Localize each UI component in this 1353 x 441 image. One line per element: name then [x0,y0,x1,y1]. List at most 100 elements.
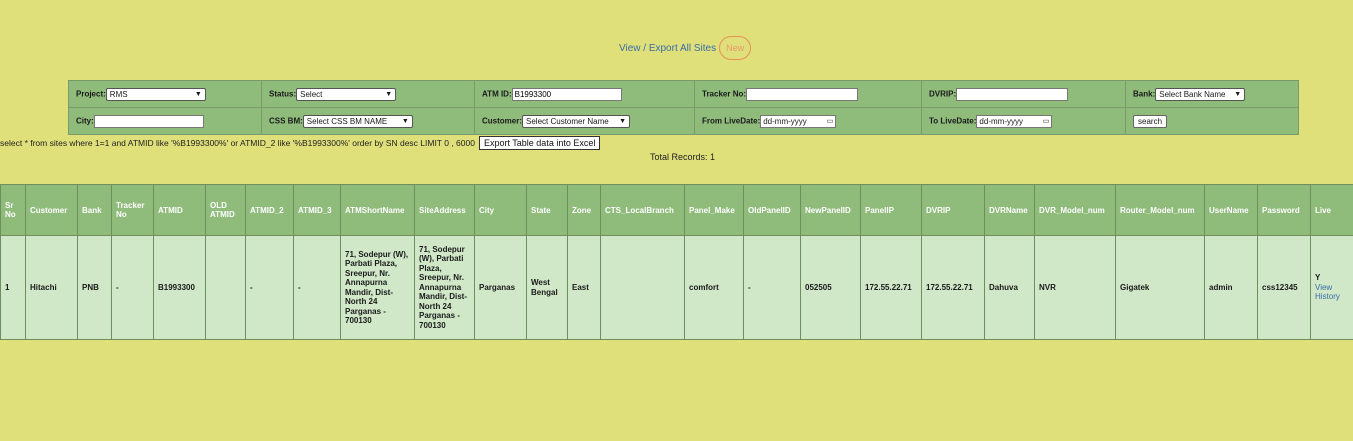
bank-filter-cell: Bank: Select Bank Name ▼ [1125,80,1299,108]
calendar-icon[interactable]: ▭ [1043,116,1050,127]
table-cell: - [743,235,801,340]
city-input[interactable] [93,114,204,128]
customer-select[interactable]: Select Customer Name ▼ [522,114,631,128]
chevron-down-icon: ▼ [194,90,202,98]
cell-value: NVR [1039,282,1056,292]
cell-value: Parganas [479,282,516,292]
table-cell: Gigatek [1115,235,1205,340]
bank-select-value: Select Bank Name [1159,89,1226,99]
column-header: OldPanelID [743,184,801,236]
cell-value: 172.55.22.71 [865,282,912,292]
export-excel-button[interactable]: Export Table data into Excel [478,136,601,150]
column-header: Live [1310,184,1353,236]
column-header: Sr No [0,184,26,236]
tolive-date-value: dd-mm-yyyy [979,116,1023,126]
table-cell: - [245,235,294,340]
city-filter-cell: City: [68,107,262,135]
search-button[interactable]: search [1133,114,1168,128]
column-header: Tracker No [111,184,154,236]
tolive-date-input[interactable]: dd-mm-yyyy ▭ [976,114,1053,128]
column-header: NewPanelID [800,184,861,236]
column-header: DVR_Model_num [1034,184,1116,236]
table-cell: Dahuva [984,235,1035,340]
column-header: ATMShortName [340,184,415,236]
table-cell [205,235,246,340]
column-header: Customer [25,184,78,236]
cell-value: - [748,282,751,292]
status-filter-cell: Status: Select ▼ [261,80,475,108]
table-cell: 71, Sodepur (W), Parbati Plaza, Sreepur,… [340,235,415,340]
dvrip-input[interactable] [956,87,1069,101]
atmid-filter-cell: ATM ID: [474,80,695,108]
tolive-label: To LiveDate: [929,116,977,126]
view-history-link[interactable]: View History [1315,283,1340,302]
table-cell: Hitachi [25,235,78,340]
chevron-down-icon: ▼ [401,117,409,125]
cssbm-filter-cell: CSS BM: Select CSS BM NAME ▼ [261,107,475,135]
sql-query-text: select * from sites where 1=1 and ATMID … [0,138,475,148]
fromlive-date-input[interactable]: dd-mm-yyyy ▭ [760,114,837,128]
cell-value: Dahuva [989,282,1018,292]
view-export-all-sites-link[interactable]: View / Export All Sites [619,43,716,54]
column-header: SiteAddress [414,184,475,236]
table-cell: - [293,235,341,340]
status-select[interactable]: Select ▼ [296,87,397,101]
table-cell: css12345 [1257,235,1311,340]
cell-value: 1 [5,282,10,292]
table-cell: B1993300 [153,235,206,340]
table-header-row: Sr No Customer Bank Tracker No ATMID OLD ATMI… [0,184,1353,236]
atmid-input[interactable] [511,87,622,101]
column-header: State [526,184,568,236]
cssbm-select[interactable]: Select CSS BM NAME ▼ [302,114,413,128]
table-cell: comfort [684,235,744,340]
cell-value: 71, Sodepur (W), Parbati Plaza, Sreepur,… [345,249,409,326]
project-select-value: RMS [109,89,128,99]
tracker-input[interactable] [746,87,859,101]
cell-value: - [250,282,253,292]
new-badge: New [719,36,752,60]
column-header: ATMID_3 [293,184,341,236]
project-filter-cell: Project: RMS ▼ [68,80,262,108]
cssbm-select-value: Select CSS BM NAME [306,116,388,126]
fromlive-label: From LiveDate: [702,116,761,126]
query-line: select * from sites where 1=1 and ATMID … [0,136,601,150]
column-header: Password [1257,184,1311,236]
filter-form: Project:RMS ▼ Status:Select ▼ ATM ID: Trac… [68,80,1299,135]
table-cell: - [111,235,154,340]
status-select-value: Select [300,89,323,99]
calendar-icon[interactable]: ▭ [827,116,834,127]
cell-value: West Bengal [531,278,558,297]
column-header: CTS_LocalBranch [600,184,685,236]
table-cell: 172.55.22.71 [860,235,922,340]
column-header: ATMID [153,184,206,236]
column-header: OLD ATMID [205,184,246,236]
bank-select[interactable]: Select Bank Name ▼ [1155,87,1246,101]
column-header: ATMID_2 [245,184,294,236]
table-cell: East [567,235,601,340]
chevron-down-icon: ▼ [619,117,627,125]
table-cell: 1 [0,235,26,340]
chevron-down-icon: ▼ [385,90,393,98]
sites-table: Sr No Customer Bank Tracker No ATMID OLD ATMI… [0,184,1353,340]
cell-value: 71, Sodepur (W), Parbati Plaza, Sreepur,… [419,244,468,330]
cell-value: 052505 [805,282,832,292]
cell-value: admin [1209,282,1233,292]
cell-value: - [298,282,301,292]
cell-value: PNB [82,282,99,292]
project-select[interactable]: RMS ▼ [105,87,206,101]
cell-value: comfort [689,282,719,292]
dvrip-label: DVRIP: [929,89,957,99]
table-cell: admin [1204,235,1258,340]
search-cell: search [1125,107,1299,135]
table-cell: NVR [1034,235,1116,340]
tolive-filter-cell: To LiveDate: dd-mm-yyyy ▭ [921,107,1126,135]
table-cell: PNB [77,235,112,340]
table-cell [600,235,685,340]
column-header: DVRIP [921,184,985,236]
dvrip-filter-cell: DVRIP: [921,80,1126,108]
customer-filter-cell: Customer: Select Customer Name ▼ [474,107,695,135]
column-header: City [474,184,527,236]
fromlive-date-value: dd-mm-yyyy [763,116,807,126]
cell-value: Hitachi [30,282,57,292]
column-header: Panel_Make [684,184,744,236]
